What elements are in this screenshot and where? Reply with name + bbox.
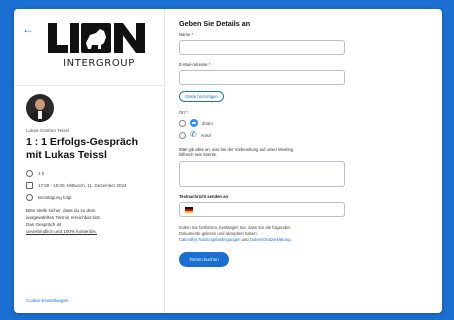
add-guests-button[interactable]: Gäste hinzufügen: [179, 91, 224, 102]
datetime-text: 17:00 - 18:00, Mittwoch, 11. Dezember 20…: [38, 183, 127, 188]
desc-line: unverbindlich und 100% kostenlos.: [26, 229, 97, 234]
notes-label-line: hilfreich sein könnte.: [179, 152, 218, 157]
submit-button[interactable]: Termin buchen: [179, 251, 229, 267]
cookie-settings-link[interactable]: Cookie-Einstellungen: [26, 298, 69, 303]
avatar: [26, 94, 54, 122]
flag-icon[interactable]: [185, 206, 193, 213]
desc-line: Bitte stelle sicher, dass du zu dem: [26, 208, 96, 213]
option-label: Anruf: [200, 132, 211, 138]
event-details-panel: ← INTERGROUP Lukas Günther Teissl 1: 1 …: [14, 9, 165, 313]
option-label: Zoom: [202, 120, 213, 126]
location-option-zoom[interactable]: Zoom: [179, 119, 428, 127]
clock-icon: [26, 170, 33, 177]
duration-text: 1 h: [38, 171, 45, 176]
location-option-call[interactable]: ✆ Anruf: [179, 131, 428, 139]
logo-subtitle: INTERGROUP: [63, 58, 135, 69]
calendar-icon: [26, 182, 33, 189]
lion-intergroup-logo: INTERGROUP: [46, 21, 150, 75]
radio-button[interactable]: [179, 131, 186, 139]
divider: [14, 85, 164, 86]
confirm-text: Bestätigung folgt: [38, 195, 72, 200]
legal-notice: Indem Sie fortfahren, bestätigen Sie, da…: [179, 225, 349, 244]
host-name: Lukas Günther Teissl: [26, 128, 69, 133]
notes-textarea[interactable]: [179, 161, 345, 187]
location-label: Ort *: [179, 110, 188, 115]
datetime-row: 17:00 - 18:00, Mittwoch, 11. Dezember 20…: [26, 182, 154, 189]
phone-icon: ✆: [190, 130, 197, 139]
booking-card: ← INTERGROUP Lukas Günther Teissl 1: 1 …: [14, 9, 442, 313]
arrow-left-icon[interactable]: ←: [22, 23, 34, 35]
event-meta: 1 h 17:00 - 18:00, Mittwoch, 11. Dezembe…: [26, 170, 154, 201]
terms-link[interactable]: Calendlys Nutzungsbedingungen: [179, 237, 240, 242]
name-label: Name *: [179, 32, 193, 37]
radio-button[interactable]: [179, 119, 186, 127]
phone-input[interactable]: [179, 202, 345, 217]
details-form: Geben Sie Details an Name * E-Mail-Adres…: [165, 9, 442, 313]
notes-label: Bitte gib alles an, was bei der Vorberei…: [179, 147, 428, 157]
desc-line: ausgewählten Termin erreichbar bist.: [26, 215, 101, 220]
privacy-link[interactable]: Datenschutzerklärung.: [250, 237, 292, 242]
duration-row: 1 h: [26, 170, 154, 177]
zoom-icon: [190, 119, 198, 127]
email-label: E-Mail-Adresse *: [179, 62, 211, 67]
name-input[interactable]: [179, 40, 345, 55]
email-input[interactable]: [179, 70, 345, 85]
confirm-row: Bestätigung folgt: [26, 194, 154, 201]
event-description: Bitte stelle sicher, dass du zu dem ausg…: [26, 207, 154, 235]
legal-and: und: [241, 237, 249, 243]
form-heading: Geben Sie Details an: [179, 19, 251, 28]
desc-line: Das Gespräch ist: [26, 222, 62, 227]
event-title: 1 : 1 Erfolgs-Gespräch mit Lukas Teissl: [26, 136, 139, 161]
phone-label: Textnachricht senden an: [179, 194, 229, 199]
globe-icon: [26, 194, 33, 201]
